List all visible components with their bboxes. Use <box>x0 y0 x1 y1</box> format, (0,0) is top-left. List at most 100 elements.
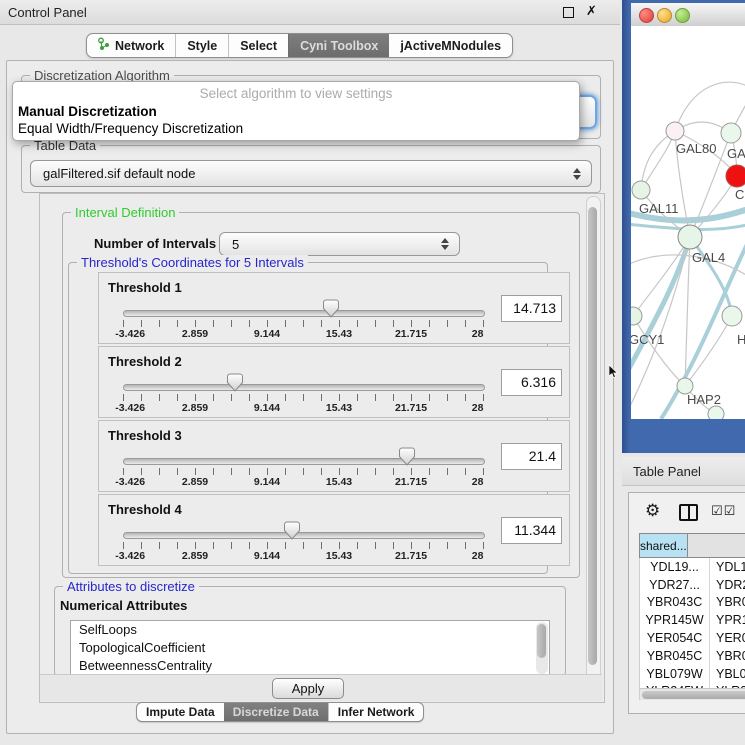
column-header-name[interactable]: n <box>688 533 745 558</box>
node-label: GA <box>727 146 745 161</box>
desktop: { "window": { "title": "Control Panel" }… <box>0 0 745 745</box>
zoom-traffic-light[interactable] <box>675 8 690 23</box>
settings-vertical-scrollbar[interactable] <box>586 196 601 700</box>
dropdown-placeholder: Select algorithm to view settings <box>13 86 579 101</box>
control-panel-tabs: Network Style Select Cyni Toolbox jActiv… <box>86 33 513 58</box>
tab-network-label: Network <box>115 39 164 53</box>
threshold-panel-4: Threshold 4 -3.4262.8599.14415.4321.7152… <box>98 494 570 566</box>
threshold-panel-2: Threshold 2 -3.4262.8599.14415.4321.7152… <box>98 346 570 418</box>
network-node[interactable] <box>678 225 702 249</box>
table-header-row: shared... n <box>639 533 745 558</box>
tick-labels: -3.4262.8599.14415.4321.71528 <box>123 550 483 562</box>
threshold-1-value-field[interactable]: 14.713 <box>501 295 562 322</box>
tab-impute-data[interactable]: Impute Data <box>137 703 224 721</box>
table-row[interactable]: YER054CYER0 <box>640 629 745 647</box>
table-row[interactable]: YDL19...YDL1 <box>640 558 745 576</box>
attributes-list-scrollbar[interactable] <box>536 622 548 674</box>
threshold-1-slider-track[interactable] <box>123 310 485 317</box>
split-columns-icon[interactable] <box>679 504 698 521</box>
network-node[interactable] <box>721 123 741 143</box>
threshold-thumb-4[interactable] <box>283 521 301 540</box>
num-intervals-value: 5 <box>220 237 439 252</box>
threshold-4-slider-track[interactable] <box>123 532 485 539</box>
scrollbar-thumb[interactable] <box>642 691 745 699</box>
table-data-group: Table Data galFiltered.sif default node <box>21 145 601 193</box>
node-label: GCY1 <box>631 332 664 347</box>
select-columns-checkbox-icon[interactable]: ☑☑ <box>711 503 736 519</box>
network-node[interactable] <box>708 406 724 419</box>
table-row[interactable]: YPR145WYPR1 <box>640 611 745 629</box>
table-row[interactable]: YDR27...YDR2 <box>640 576 745 594</box>
close-traffic-light[interactable] <box>639 8 654 23</box>
dropdown-option-manual-discretization[interactable]: Manual Discretization <box>18 104 157 119</box>
table-body[interactable]: YDL19...YDL1 YDR27...YDR2 YBR043CYBR0 YP… <box>639 558 745 700</box>
thresholds-group-title: Threshold's Coordinates for 5 Intervals <box>77 255 308 270</box>
float-window-icon[interactable] <box>563 7 574 18</box>
network-node[interactable] <box>631 307 642 325</box>
threshold-4-value-field[interactable]: 11.344 <box>501 517 562 544</box>
tick-labels: -3.4262.8599.14415.4321.71528 <box>123 402 483 414</box>
threshold-3-slider-track[interactable] <box>123 458 485 465</box>
minimize-traffic-light[interactable] <box>657 8 672 23</box>
tab-infer-network[interactable]: Infer Network <box>328 703 424 721</box>
network-node[interactable] <box>666 122 684 140</box>
node-label: C <box>735 187 744 202</box>
control-panel-titlebar: Control Panel ✗ <box>0 0 620 25</box>
table-row[interactable]: YBL079WYBL0 <box>640 665 745 683</box>
threshold-4-label: Threshold 4 <box>108 502 182 517</box>
threshold-thumb-3[interactable] <box>398 447 416 466</box>
tab-cyni-toolbox[interactable]: Cyni Toolbox <box>288 34 389 57</box>
numerical-attributes-list[interactable]: SelfLoops TopologicalCoefficient Between… <box>70 620 550 676</box>
settings-scroll-panel: Interval Definition Number of Intervals … <box>39 193 605 703</box>
interval-definition-title: Interval Definition <box>71 205 179 220</box>
stepper-icon <box>571 168 583 180</box>
network-node[interactable] <box>632 181 650 199</box>
list-item[interactable]: BetweennessCentrality <box>71 657 549 675</box>
network-node-selected[interactable] <box>726 165 745 187</box>
threshold-panel-3: Threshold 3 -3.4262.8599.14415.4321.7152… <box>98 420 570 492</box>
network-window-titlebar[interactable] <box>631 3 745 27</box>
threshold-thumb-2[interactable] <box>226 373 244 392</box>
list-item[interactable]: SelfLoops <box>71 621 549 639</box>
num-intervals-combobox[interactable]: 5 <box>219 232 460 256</box>
network-node[interactable] <box>722 306 742 326</box>
attributes-group-title: Attributes to discretize <box>63 579 199 594</box>
algorithm-dropdown-popup: Select algorithm to view settings Manual… <box>12 81 580 141</box>
tab-jactivemnodules[interactable]: jActiveMNodules <box>389 34 512 57</box>
gear-icon[interactable]: ⚙ <box>645 501 660 521</box>
threshold-thumb-1[interactable] <box>322 299 340 318</box>
threshold-3-label: Threshold 3 <box>108 428 182 443</box>
threshold-1-label: Threshold 1 <box>108 280 182 295</box>
network-icon <box>98 37 110 54</box>
tab-network[interactable]: Network <box>87 34 175 57</box>
scrollbar-thumb[interactable] <box>537 624 546 658</box>
table-data-combobox[interactable]: galFiltered.sif default node <box>30 160 592 187</box>
tick-labels: -3.4262.8599.14415.4321.71528 <box>123 476 483 488</box>
tick-marks <box>123 542 485 549</box>
tab-select[interactable]: Select <box>228 34 288 57</box>
threshold-panel-1: Threshold 1 -3.4262.8599.14415.4321.7152… <box>98 272 570 344</box>
node-table: shared... n YDL19...YDL1 YDR27...YDR2 YB… <box>639 533 745 700</box>
threshold-2-value-field[interactable]: 6.316 <box>501 369 562 396</box>
list-item[interactable]: TopologicalCoefficient <box>71 639 549 657</box>
close-icon[interactable]: ✗ <box>586 3 597 19</box>
scrollbar-thumb[interactable] <box>588 207 597 665</box>
table-horizontal-scrollbar[interactable] <box>640 688 745 700</box>
cyni-toolbox-panel: Discretization Algorithm Table Data galF… <box>6 60 614 734</box>
network-view-canvas[interactable]: GAL80 GA C GAL11 GAL4 GCY1 H HAP2 <box>631 26 745 419</box>
threshold-3-value-field[interactable]: 21.4 <box>501 443 562 470</box>
threshold-2-slider-track[interactable] <box>123 384 485 391</box>
node-label: GAL11 <box>639 201 679 216</box>
tab-style[interactable]: Style <box>175 34 228 57</box>
dropdown-option-equal-width[interactable]: Equal Width/Frequency Discretization <box>18 121 243 136</box>
apply-button[interactable]: Apply <box>272 678 344 699</box>
column-header-shared-name[interactable]: shared... <box>639 533 688 558</box>
node-label: H <box>737 332 745 347</box>
table-panel-title: Table Panel <box>633 464 701 479</box>
table-row[interactable]: YBR043CYBR0 <box>640 594 745 612</box>
tab-discretize-data[interactable]: Discretize Data <box>224 703 328 721</box>
threshold-2-label: Threshold 2 <box>108 354 182 369</box>
node-label: GAL4 <box>692 250 725 265</box>
table-data-value: galFiltered.sif default node <box>31 166 571 181</box>
table-row[interactable]: YBR045CYBR0 <box>640 647 745 665</box>
